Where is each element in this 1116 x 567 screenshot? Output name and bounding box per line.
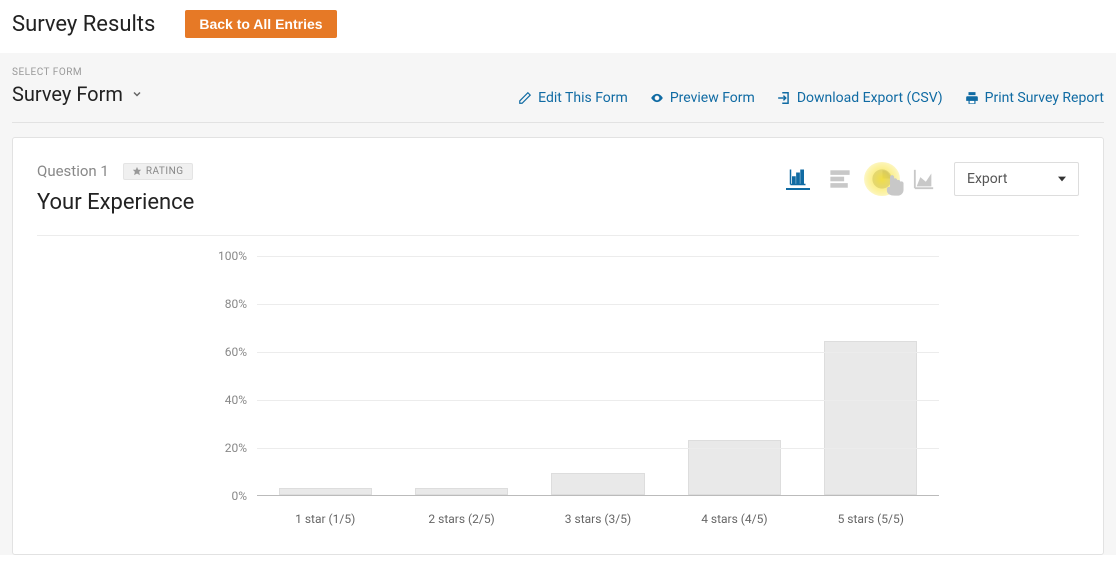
print-report-link[interactable]: Print Survey Report bbox=[965, 90, 1104, 106]
export-icon bbox=[777, 91, 791, 105]
chart-type-horizontal-bar-icon[interactable] bbox=[828, 168, 852, 190]
export-dropdown-label: Export bbox=[967, 171, 1007, 187]
edit-form-label: Edit This Form bbox=[538, 90, 628, 106]
gridline bbox=[257, 256, 939, 257]
gridline bbox=[257, 304, 939, 305]
chart-type-bar-icon[interactable] bbox=[786, 168, 810, 190]
question-type-badge: RATING bbox=[123, 163, 193, 180]
preview-form-link[interactable]: Preview Form bbox=[650, 90, 755, 106]
chart-type-pie-icon[interactable] bbox=[870, 168, 894, 190]
y-axis-label: 40% bbox=[197, 393, 247, 407]
selected-form-name: Survey Form bbox=[12, 82, 123, 106]
y-axis-label: 20% bbox=[197, 441, 247, 455]
y-axis-label: 60% bbox=[197, 345, 247, 359]
bar bbox=[279, 488, 372, 495]
bar-chart: 1 star (1/5) 2 stars (2/5) 3 stars (3/5) 4 … bbox=[197, 256, 939, 536]
x-axis-label: 1 star (1/5) bbox=[264, 512, 387, 526]
y-axis-label: 0% bbox=[197, 489, 247, 503]
gridline bbox=[257, 448, 939, 449]
form-selector-dropdown[interactable]: Survey Form bbox=[12, 82, 143, 106]
y-axis-label: 100% bbox=[197, 249, 247, 263]
page-title: Survey Results bbox=[12, 12, 155, 37]
back-to-entries-button[interactable]: Back to All Entries bbox=[185, 10, 336, 38]
select-form-label: SELECT FORM bbox=[12, 67, 143, 78]
gridline bbox=[257, 400, 939, 401]
question-card: Question 1 RATING Your Experience bbox=[12, 137, 1104, 555]
gridline bbox=[257, 352, 939, 353]
y-axis-label: 80% bbox=[197, 297, 247, 311]
export-dropdown[interactable]: Export bbox=[954, 162, 1079, 196]
star-icon bbox=[132, 166, 142, 176]
bar bbox=[824, 341, 917, 495]
edit-form-link[interactable]: Edit This Form bbox=[518, 90, 628, 106]
preview-form-label: Preview Form bbox=[670, 90, 755, 106]
x-axis-label: 3 stars (3/5) bbox=[537, 512, 660, 526]
x-axis-label: 5 stars (5/5) bbox=[809, 512, 932, 526]
bar bbox=[551, 473, 644, 495]
x-axis-label: 4 stars (4/5) bbox=[673, 512, 796, 526]
download-export-link[interactable]: Download Export (CSV) bbox=[777, 90, 943, 106]
question-type-label: RATING bbox=[146, 166, 184, 177]
caret-down-icon bbox=[1058, 175, 1066, 183]
pencil-icon bbox=[518, 91, 532, 105]
eye-icon bbox=[650, 91, 664, 105]
download-export-label: Download Export (CSV) bbox=[797, 90, 943, 106]
bar bbox=[415, 488, 508, 495]
print-report-label: Print Survey Report bbox=[985, 90, 1104, 106]
chart-type-area-icon[interactable] bbox=[912, 168, 936, 190]
question-title: Your Experience bbox=[37, 190, 194, 215]
chevron-down-icon bbox=[131, 88, 143, 100]
print-icon bbox=[965, 91, 979, 105]
x-axis-label: 2 stars (2/5) bbox=[400, 512, 523, 526]
question-number: Question 1 bbox=[37, 162, 109, 180]
